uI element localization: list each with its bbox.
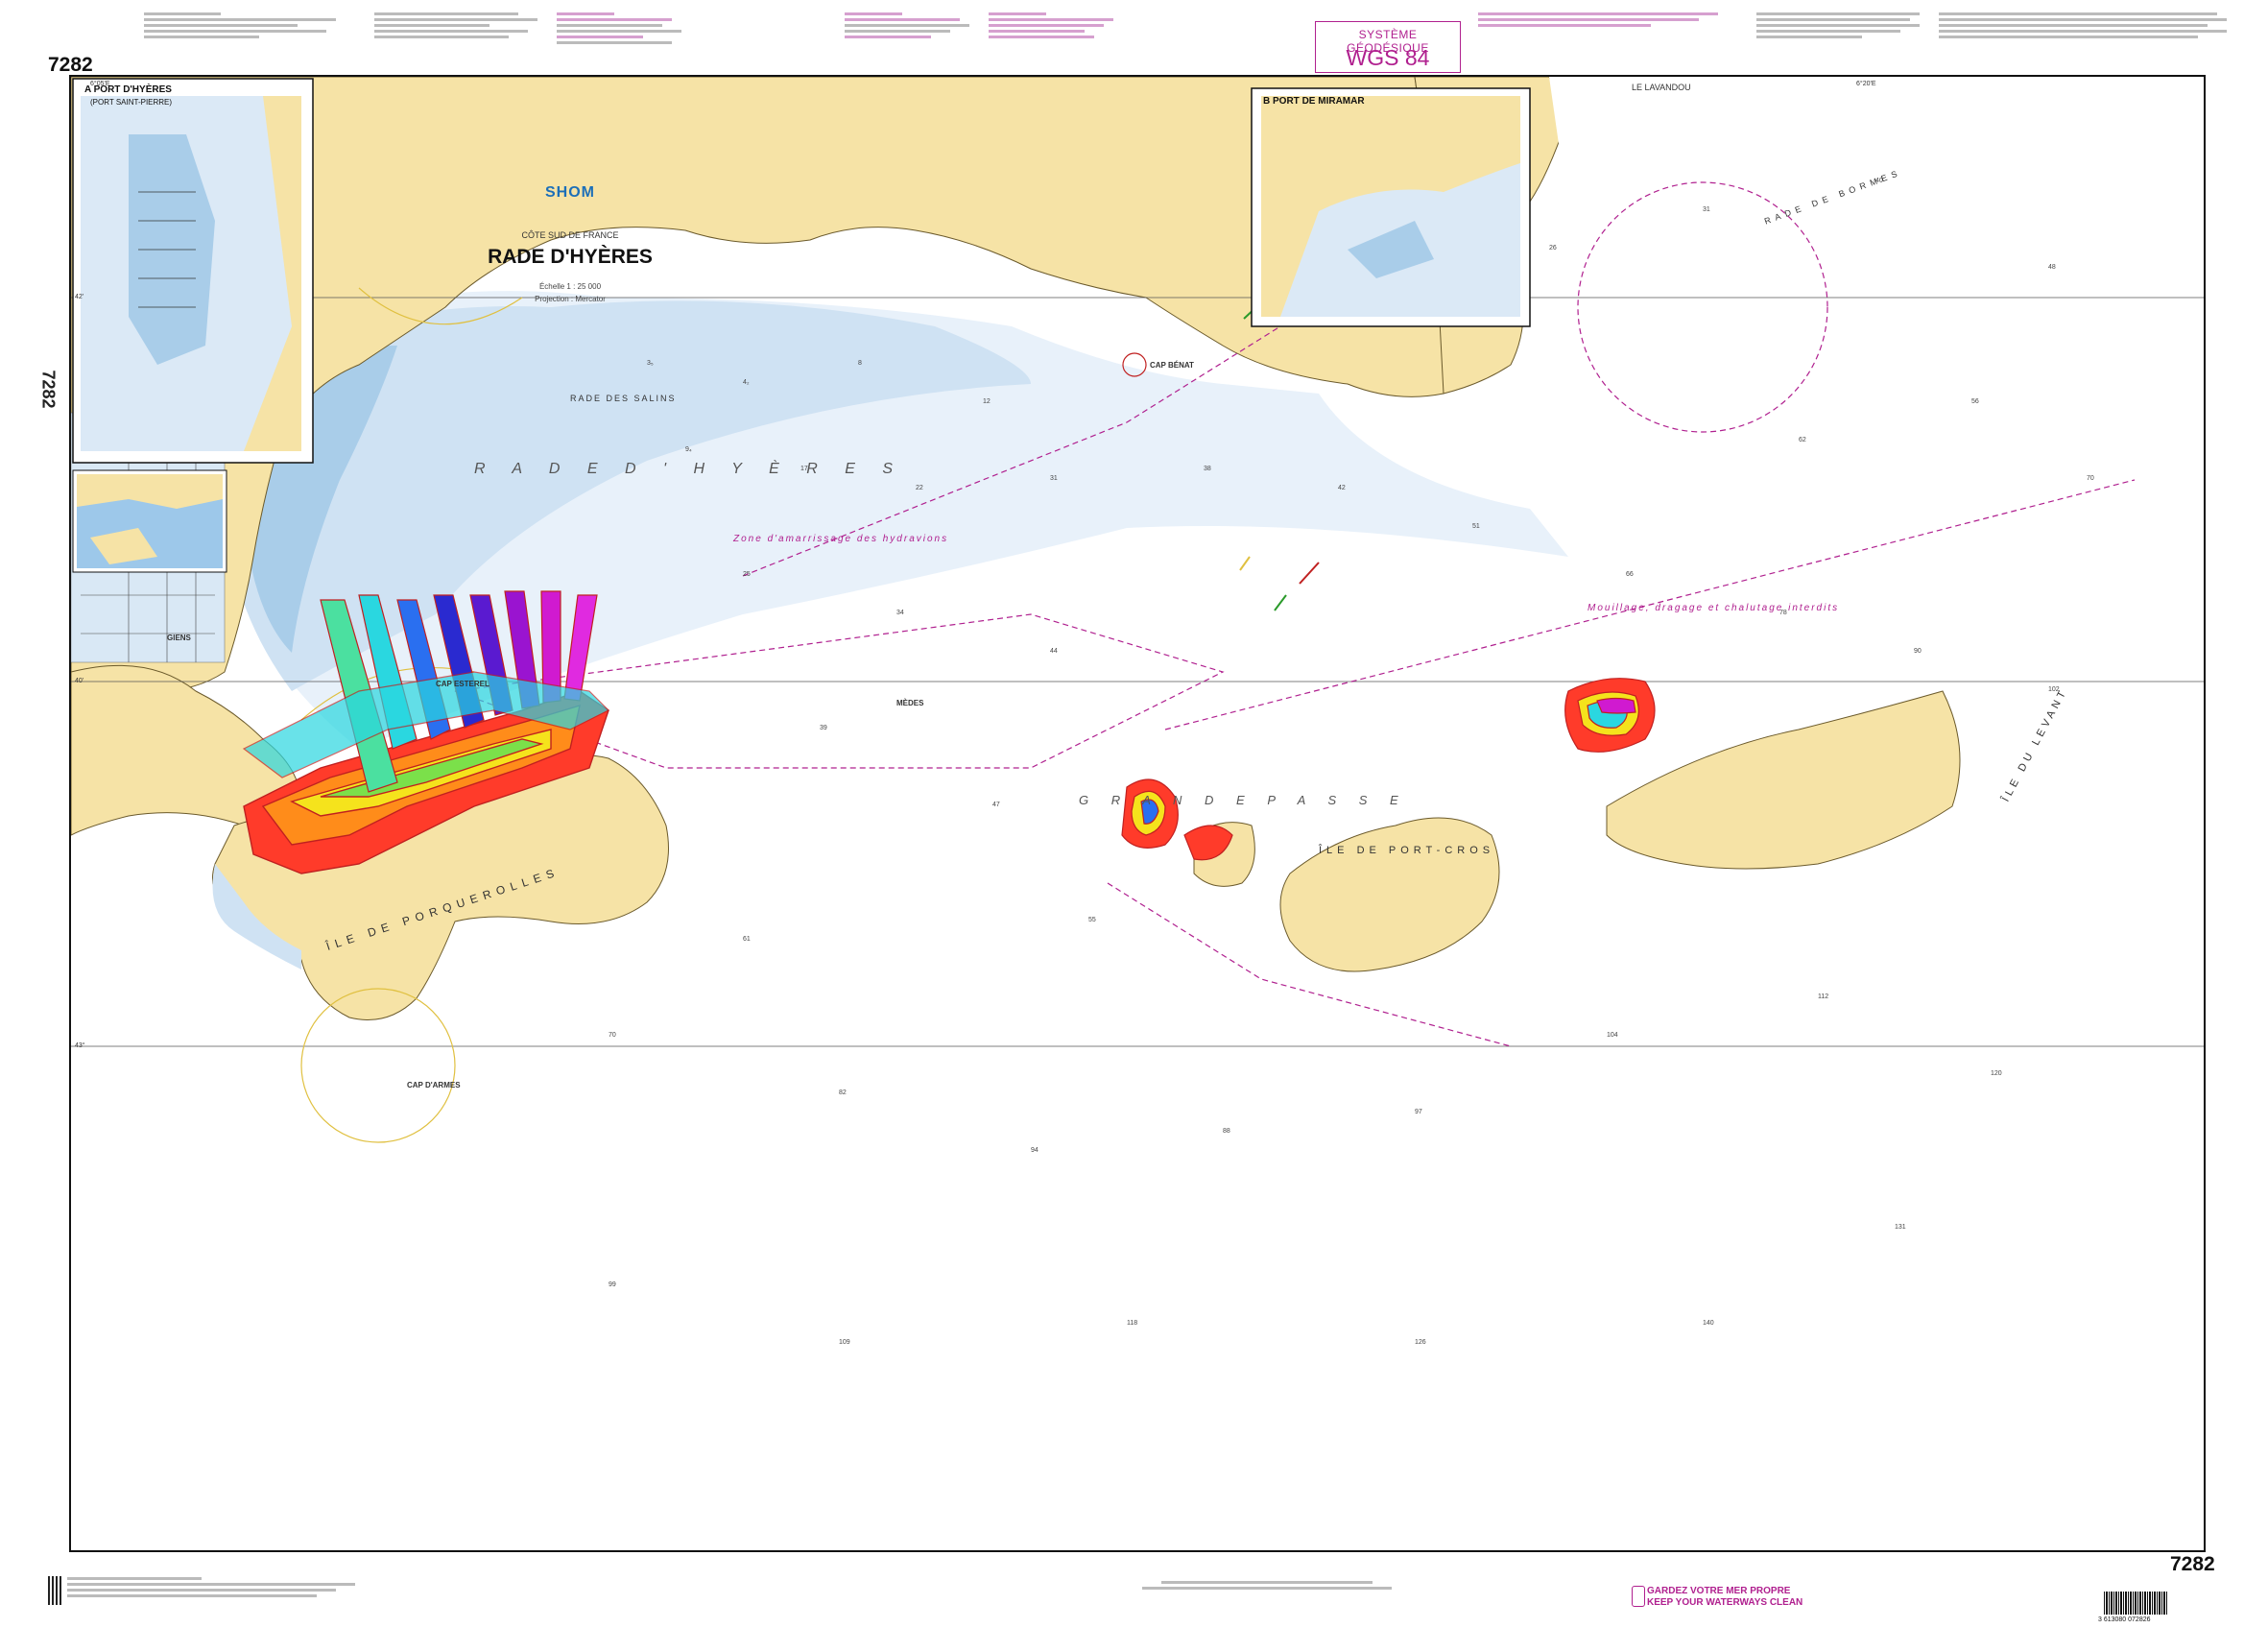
inset-b-frame — [1251, 87, 1531, 327]
svg-text:4₂: 4₂ — [743, 379, 750, 386]
label-medes: MÈDES — [896, 699, 924, 707]
svg-text:99: 99 — [609, 1281, 616, 1288]
notes-block-4 — [989, 10, 1113, 41]
lon-label-2: 6°20'E — [1856, 81, 1876, 87]
svg-text:47: 47 — [992, 802, 1000, 808]
svg-text:38: 38 — [1204, 466, 1211, 472]
notes-block-2 — [557, 10, 681, 47]
svg-text:42: 42 — [1338, 485, 1346, 491]
svg-text:22: 22 — [916, 485, 923, 491]
lat-label-3: 43° — [75, 1042, 85, 1049]
svg-text:62: 62 — [1799, 437, 1806, 443]
label-cap-esterel: CAP ESTEREL — [436, 680, 489, 688]
svg-text:70: 70 — [2087, 475, 2094, 482]
nautical-chart[interactable]: 3₅ 4₂ 8 12 9₄ 17 22 31 38 42 51 66 78 90 102 25 34 44… — [69, 75, 2206, 1552]
notes-block-7 — [1939, 10, 2227, 41]
svg-text:8: 8 — [858, 360, 862, 367]
svg-text:34: 34 — [896, 610, 904, 616]
title-block: SHOM CÔTE SUD DE FRANCE RADE D'HYÈRES Éc… — [455, 184, 685, 303]
svg-text:31: 31 — [1703, 206, 1710, 213]
chart-scale: Échelle 1 : 25 000 — [538, 282, 602, 291]
svg-text:12: 12 — [983, 398, 991, 405]
geodetic-datum: WGS 84 — [1346, 45, 1430, 70]
label-mouillage-interdit: Mouillage, dragage et chalutage interdit… — [1588, 603, 1840, 613]
svg-text:26: 26 — [1549, 245, 1557, 251]
barcode-number: 3 613080 072826 — [2098, 1616, 2151, 1623]
svg-text:48: 48 — [2048, 264, 2056, 271]
label-cap-armes: CAP D'ARMES — [407, 1081, 461, 1089]
svg-text:56: 56 — [1971, 398, 1979, 405]
svg-text:39: 39 — [820, 725, 827, 731]
barcode — [2104, 1592, 2167, 1615]
svg-text:120: 120 — [1991, 1070, 2002, 1077]
label-rade-hyeres: R A D E D ' H Y È R E S — [474, 461, 904, 477]
chart-map[interactable]: 3₅4₂812 9₄172231 38425166 789010225 3444… — [71, 77, 2204, 1550]
svg-text:66: 66 — [1626, 571, 1634, 578]
lon-label-1: 6°05'E — [90, 81, 110, 87]
svg-text:25: 25 — [743, 571, 751, 578]
svg-text:3₅: 3₅ — [647, 360, 654, 367]
label-zone-amortissage: Zone d'amarrissage des hydravions — [733, 534, 949, 544]
svg-text:55: 55 — [1088, 917, 1096, 923]
svg-text:31: 31 — [1050, 475, 1058, 482]
label-cap-benat: CAP BÉNAT — [1150, 361, 1194, 370]
qr-code — [48, 1576, 63, 1605]
svg-text:51: 51 — [1472, 523, 1480, 530]
inset-a-sublabel: (PORT SAINT-PIERRE) — [90, 98, 173, 107]
footer: GARDEZ VOTRE MER PROPRE KEEP YOUR WATERW… — [0, 1549, 2268, 1628]
notes-block-5 — [1478, 10, 1728, 30]
svg-text:61: 61 — [743, 936, 751, 943]
legend-block — [144, 10, 355, 41]
svg-text:82: 82 — [839, 1089, 847, 1096]
svg-text:9₄: 9₄ — [685, 446, 692, 453]
label-lavandou: LE LAVANDOU — [1632, 83, 1691, 92]
top-info-band: SYSTÈME GÉODÉSIQUE WGS 84 — [0, 0, 2268, 73]
chart-title: RADE D'HYÈRES — [488, 246, 653, 268]
chart-number-top: 7282 — [48, 54, 93, 76]
svg-text:94: 94 — [1031, 1147, 1039, 1154]
geodetic-system-box: SYSTÈME GÉODÉSIQUE WGS 84 — [1315, 21, 1461, 73]
svg-text:97: 97 — [1415, 1109, 1422, 1115]
inset-b-label: B PORT DE MIRAMAR — [1263, 96, 1365, 107]
lat-label-1: 42' — [75, 294, 84, 300]
svg-text:112: 112 — [1818, 994, 1828, 1000]
svg-text:104: 104 — [1607, 1032, 1618, 1039]
shom-logo: SHOM — [545, 184, 595, 201]
svg-text:140: 140 — [1703, 1320, 1714, 1327]
label-rade-salins: RADE DES SALINS — [570, 394, 677, 403]
svg-text:70: 70 — [609, 1032, 616, 1039]
clean-sea-message: GARDEZ VOTRE MER PROPRE KEEP YOUR WATERW… — [1647, 1586, 1803, 1608]
svg-text:88: 88 — [1223, 1128, 1230, 1135]
trash-icon — [1632, 1586, 1645, 1607]
footer-notes — [67, 1574, 413, 1600]
svg-text:126: 126 — [1415, 1339, 1426, 1346]
chart-subtitle: CÔTE SUD DE FRANCE — [521, 230, 619, 240]
inset-a-frame — [72, 78, 314, 464]
notes-block-3 — [845, 10, 969, 41]
label-giens: GIENS — [167, 634, 191, 642]
svg-text:44: 44 — [1050, 648, 1058, 655]
svg-text:118: 118 — [1127, 1320, 1137, 1327]
chart-projection: Projection : Mercator — [535, 295, 606, 303]
svg-text:131: 131 — [1895, 1224, 1906, 1231]
notes-block-6 — [1756, 10, 1920, 41]
label-port-cros: ÎLE DE PORT-CROS — [1319, 845, 1495, 856]
chart-number-bottom: 7282 — [2170, 1553, 2215, 1575]
notes-block-1 — [374, 10, 537, 41]
svg-text:90: 90 — [1914, 648, 1922, 655]
location-inset — [72, 469, 227, 573]
chart-number-side: 7282 — [38, 370, 59, 409]
footer-edition — [1142, 1578, 1392, 1592]
label-grande-passe: G R A N D E P A S S E — [1079, 793, 1408, 807]
lat-label-2: 40' — [75, 678, 84, 684]
svg-text:109: 109 — [839, 1339, 850, 1346]
survey-levant — [1564, 678, 1656, 753]
